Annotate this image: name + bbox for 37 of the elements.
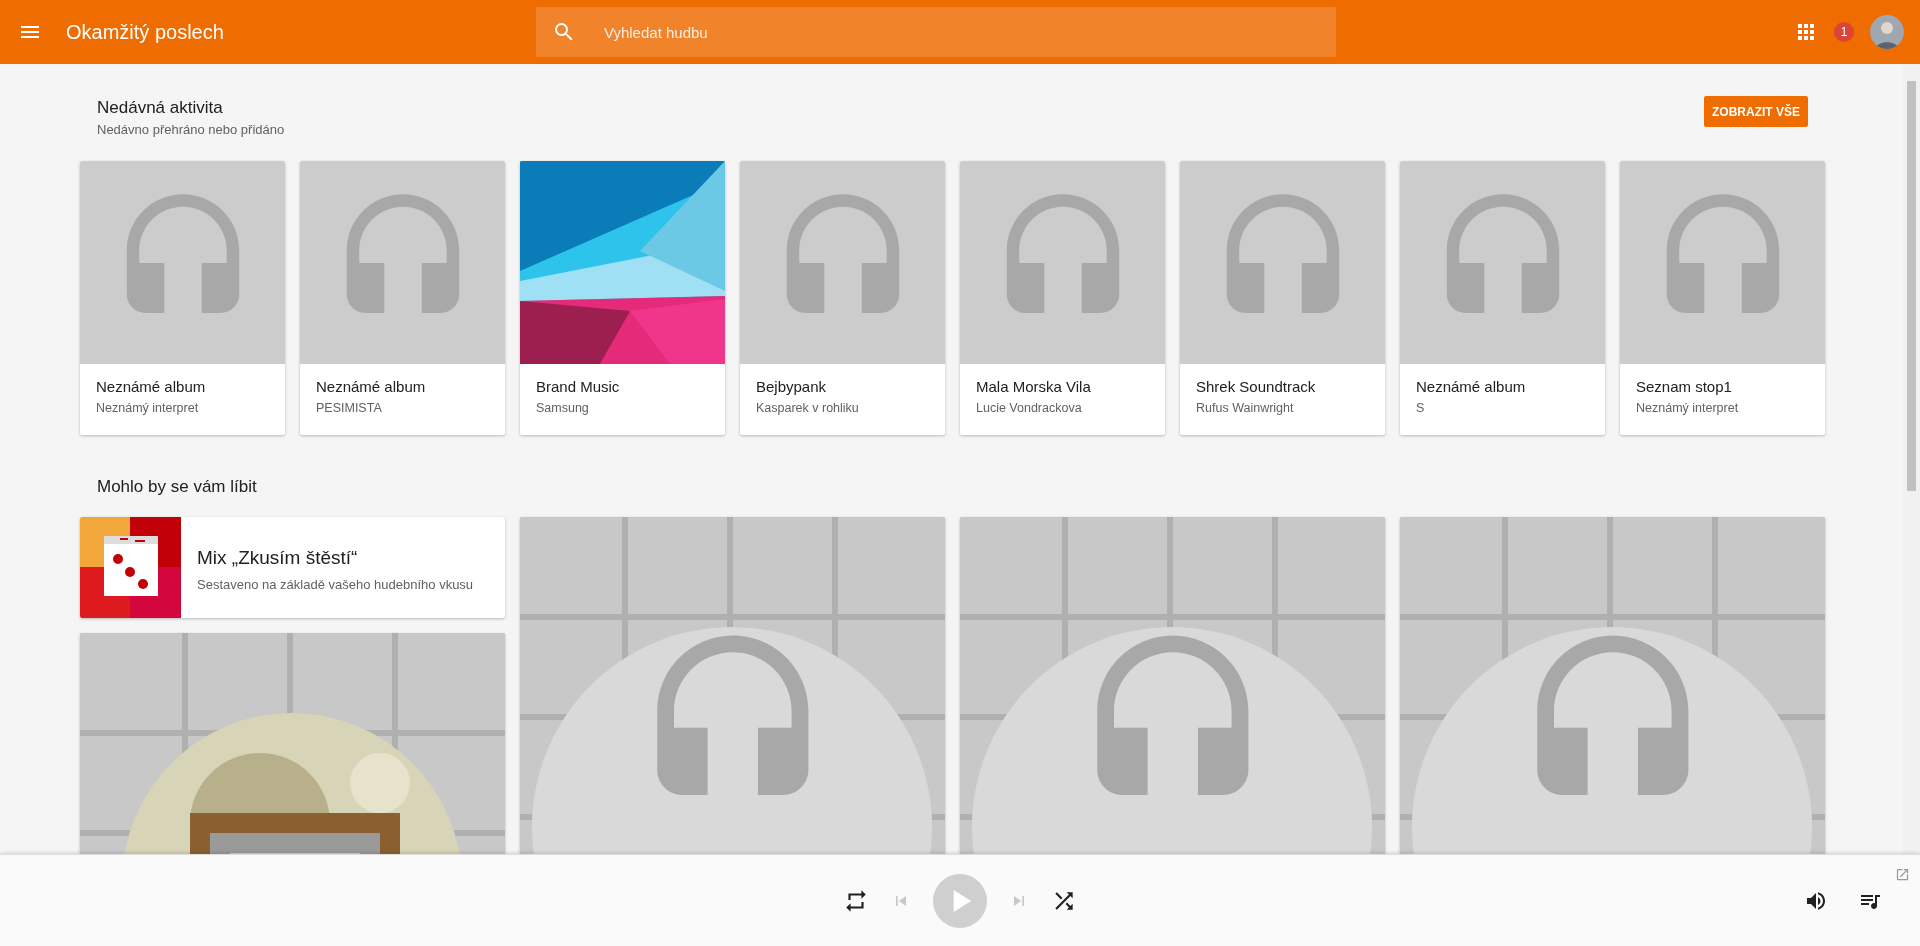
mix-title: Mix „Zkusím štěstí“ (197, 547, 359, 569)
album-artist: Neznámý interpret (96, 401, 200, 415)
avatar[interactable] (1870, 15, 1904, 49)
mix-subtitle: Sestaveno na základě vašeho hudebního vkusu (197, 577, 474, 592)
album-card[interactable]: Brand Music Samsung (520, 161, 725, 435)
album-card[interactable]: Shrek Soundtrack Rufus Wainwright (1180, 161, 1385, 435)
album-artist: Lucie Vondrackova (976, 401, 1083, 415)
album-title: Seznam stop1 (1636, 378, 1733, 395)
album-card[interactable]: Neznámé album PESIMISTA (300, 161, 505, 435)
album-artist: Samsung (536, 401, 590, 415)
section-title: Nedávná aktivita (97, 98, 224, 118)
album-title: Neznámé album (1416, 378, 1527, 395)
section-title: Mohlo by se vám líbit (97, 477, 257, 497)
album-card[interactable]: Neznámé album Neznámý interpret (80, 161, 285, 435)
section-subtitle: Nedávno přehráno nebo přidáno (97, 122, 285, 137)
app-title: Okamžitý poslech (66, 20, 225, 44)
notification-badge[interactable]: 1 (1834, 22, 1854, 42)
open-in-new-icon[interactable] (1895, 867, 1910, 882)
scrollbar[interactable] (1903, 64, 1920, 854)
album-artist: Kasparek v rohliku (756, 401, 860, 415)
album-title: Shrek Soundtrack (1196, 378, 1317, 395)
album-title: Bejbypank (756, 378, 828, 395)
scrollbar-thumb[interactable] (1907, 81, 1916, 491)
album-title: Mala Morska Vila (976, 378, 1092, 395)
mix-card[interactable]: Mix „Zkusím štěstí“ Sestaveno na základě vašeho hudebního vkusu (80, 517, 505, 618)
album-artist: Rufus Wainwright (1196, 401, 1295, 415)
album-card[interactable]: Mala Morska Vila Lucie Vondrackova (960, 161, 1165, 435)
album-artist: PESIMISTA (316, 401, 383, 415)
album-card[interactable]: Seznam stop1 Neznámý interpret (1620, 161, 1825, 435)
album-card[interactable]: Neznámé album S (1400, 161, 1605, 435)
album-title: Neznámé album (316, 378, 427, 395)
album-artist: S (1416, 401, 1426, 415)
repeat-icon[interactable] (843, 887, 869, 914)
album-title: Neznámé album (96, 378, 207, 395)
album-artist: Neznámý interpret (1636, 401, 1740, 415)
album-card[interactable]: Bejbypank Kasparek v rohliku (740, 161, 945, 435)
album-title: Brand Music (536, 378, 621, 395)
